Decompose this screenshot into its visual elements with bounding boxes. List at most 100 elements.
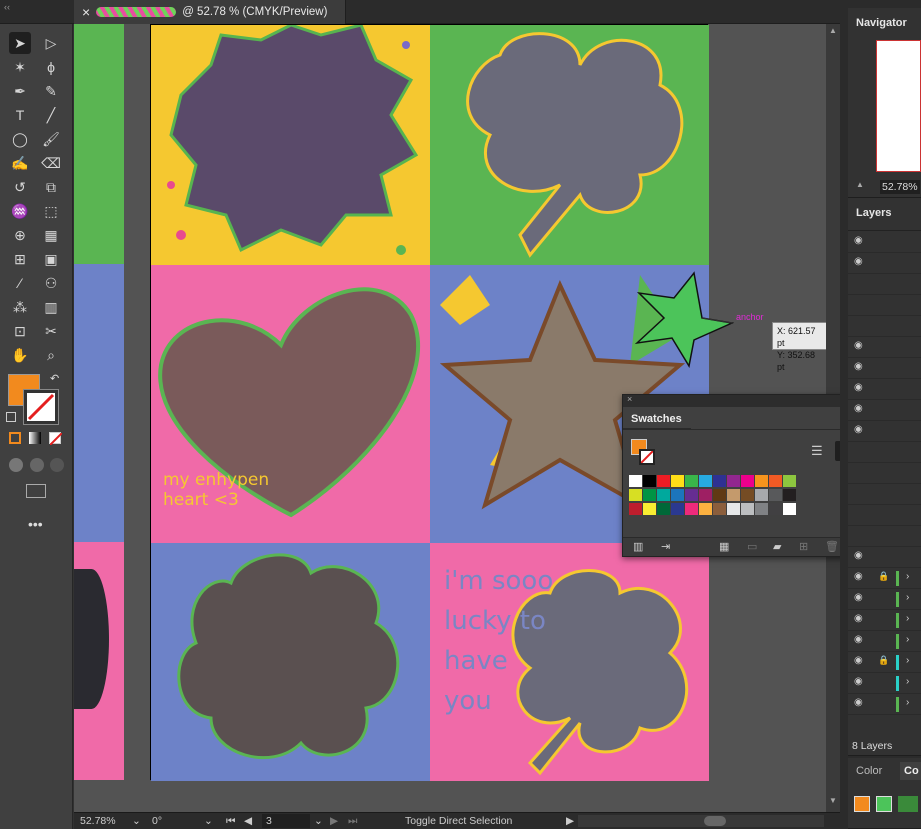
expand-layer-icon[interactable]: › <box>906 634 909 645</box>
blend-tool-icon[interactable]: ⚇ <box>40 272 62 294</box>
tab-swatches[interactable]: Swatches <box>623 408 691 430</box>
color-swatch[interactable] <box>727 475 740 487</box>
artboard-dropdown-icon[interactable]: ⌄ <box>314 815 323 827</box>
next-artboard-icon[interactable]: ▶ <box>330 815 338 827</box>
show-kinds-icon[interactable]: ▦ <box>719 540 729 553</box>
color-swatch[interactable] <box>671 489 684 501</box>
swatches-panel-header[interactable]: × ‹‹ <box>623 394 864 407</box>
color-swatch[interactable] <box>629 475 642 487</box>
layer-row[interactable] <box>848 505 921 526</box>
close-tab-icon[interactable]: × <box>82 4 90 20</box>
expand-layer-icon[interactable]: › <box>906 676 909 687</box>
color-swatch[interactable] <box>657 489 670 501</box>
shape-builder-icon[interactable]: ⊕ <box>9 224 31 246</box>
lasso-icon[interactable]: ϕ <box>40 56 62 78</box>
expand-layer-icon[interactable]: › <box>906 655 909 666</box>
layer-row[interactable]: ◉ › <box>848 589 921 610</box>
layer-row[interactable] <box>848 295 921 316</box>
shaper-tool-icon[interactable]: ✍ <box>9 152 31 174</box>
color-swatch[interactable] <box>699 475 712 487</box>
curvature-tool-icon[interactable]: ✎ <box>40 80 62 102</box>
collapse-icon[interactable]: ‹‹ <box>4 2 10 12</box>
color-swatch[interactable] <box>643 475 656 487</box>
color-swatch[interactable] <box>685 489 698 501</box>
color-swatch[interactable] <box>657 475 670 487</box>
expand-layer-icon[interactable]: › <box>906 571 909 582</box>
layer-row[interactable]: ◉ <box>848 232 921 253</box>
layer-row[interactable]: ◉ › 🔒 <box>848 568 921 589</box>
document-tab[interactable]: × @ 52.78 % (CMYK/Preview) <box>74 0 346 24</box>
none-mode-icon[interactable] <box>49 432 63 446</box>
color-fill-swatch[interactable] <box>854 796 870 812</box>
color-swatch[interactable] <box>783 503 796 515</box>
visibility-eye-icon[interactable]: ◉ <box>854 676 863 687</box>
slice-tool-icon[interactable]: ✂ <box>40 320 62 342</box>
draw-normal-icon[interactable] <box>9 458 23 472</box>
status-menu-icon[interactable]: ▶ <box>566 815 574 827</box>
rotation-dropdown-icon[interactable]: ⌄ <box>204 815 213 827</box>
artboard-tool-icon[interactable]: ⊡ <box>9 320 31 342</box>
color-mode-icon[interactable] <box>9 432 21 444</box>
expand-layer-icon[interactable]: › <box>906 697 909 708</box>
delete-swatch-icon[interactable]: 🗑 <box>825 540 839 553</box>
visibility-eye-icon[interactable]: ◉ <box>854 655 863 666</box>
color-swatch[interactable] <box>769 489 782 501</box>
direct-selection-tool-icon[interactable]: ▷ <box>40 32 62 54</box>
layer-row[interactable] <box>848 316 921 337</box>
layer-row[interactable] <box>848 526 921 547</box>
color-swatch[interactable] <box>755 489 768 501</box>
visibility-eye-icon[interactable]: ◉ <box>854 634 863 645</box>
layer-row[interactable]: ◉ › <box>848 631 921 652</box>
color-swatch[interactable] <box>685 475 698 487</box>
color-swatch[interactable] <box>727 489 740 501</box>
draw-inside-icon[interactable] <box>50 458 64 472</box>
color-swatch[interactable] <box>643 503 656 515</box>
layer-row[interactable]: ◉ › <box>848 694 921 715</box>
color-swatch[interactable] <box>741 475 754 487</box>
mesh-tool-icon[interactable]: ⊞ <box>9 248 31 270</box>
visibility-eye-icon[interactable]: ◉ <box>854 361 863 372</box>
color-swatch[interactable] <box>755 503 768 515</box>
layer-row[interactable]: ◉ › <box>848 673 921 694</box>
more-tools-icon[interactable]: ••• <box>28 516 43 532</box>
list-view-icon[interactable]: ☰ <box>811 443 829 461</box>
layer-row[interactable] <box>848 274 921 295</box>
symbol-sprayer-icon[interactable]: ⁂ <box>9 296 31 318</box>
draw-behind-icon[interactable] <box>30 458 44 472</box>
visibility-eye-icon[interactable]: ◉ <box>854 235 863 246</box>
screen-mode-icon[interactable] <box>26 484 46 498</box>
first-artboard-icon[interactable]: ⏮ <box>226 815 235 828</box>
visibility-eye-icon[interactable]: ◉ <box>854 256 863 267</box>
eyedropper-icon[interactable]: ⁄ <box>9 272 31 294</box>
layer-row[interactable]: ◉ › <box>848 610 921 631</box>
rotation-field[interactable]: 0° <box>152 815 162 827</box>
zoom-field[interactable]: 52.78% <box>80 815 116 827</box>
scale-tool-icon[interactable]: ⧉ <box>40 176 62 198</box>
swatch-libraries-icon[interactable]: ▥ <box>633 540 643 553</box>
layer-row[interactable]: ◉ <box>848 253 921 274</box>
last-artboard-icon[interactable]: ⏭ <box>348 815 357 828</box>
visibility-eye-icon[interactable]: ◉ <box>854 424 863 435</box>
color-swatch[interactable] <box>657 503 670 515</box>
gradient-mode-icon[interactable] <box>29 432 41 444</box>
color-swatch[interactable] <box>699 503 712 515</box>
visibility-eye-icon[interactable]: ◉ <box>854 571 863 582</box>
expand-layer-icon[interactable]: › <box>906 613 909 624</box>
visibility-eye-icon[interactable]: ◉ <box>854 592 863 603</box>
visibility-eye-icon[interactable]: ◉ <box>854 550 863 561</box>
expand-layer-icon[interactable]: › <box>906 592 909 603</box>
zoom-out-icon[interactable]: ▲ <box>856 180 864 189</box>
color-swatch[interactable] <box>741 489 754 501</box>
default-colors-icon[interactable] <box>6 412 16 422</box>
artboard-number-field[interactable]: 3 <box>262 814 310 828</box>
zoom-tool-icon[interactable]: ⌕ <box>40 344 62 366</box>
perspective-grid-icon[interactable]: ▦ <box>40 224 62 246</box>
color-swatch[interactable] <box>769 475 782 487</box>
layer-row[interactable]: ◉ › 🔒 <box>848 652 921 673</box>
new-color-group-icon[interactable]: ▰ <box>773 540 781 553</box>
selection-tool-icon[interactable]: ➤ <box>9 32 31 54</box>
color-swatch[interactable] <box>755 475 768 487</box>
visibility-eye-icon[interactable]: ◉ <box>854 340 863 351</box>
color-swatch[interactable] <box>783 475 796 487</box>
layer-row[interactable]: ◉ <box>848 337 921 358</box>
